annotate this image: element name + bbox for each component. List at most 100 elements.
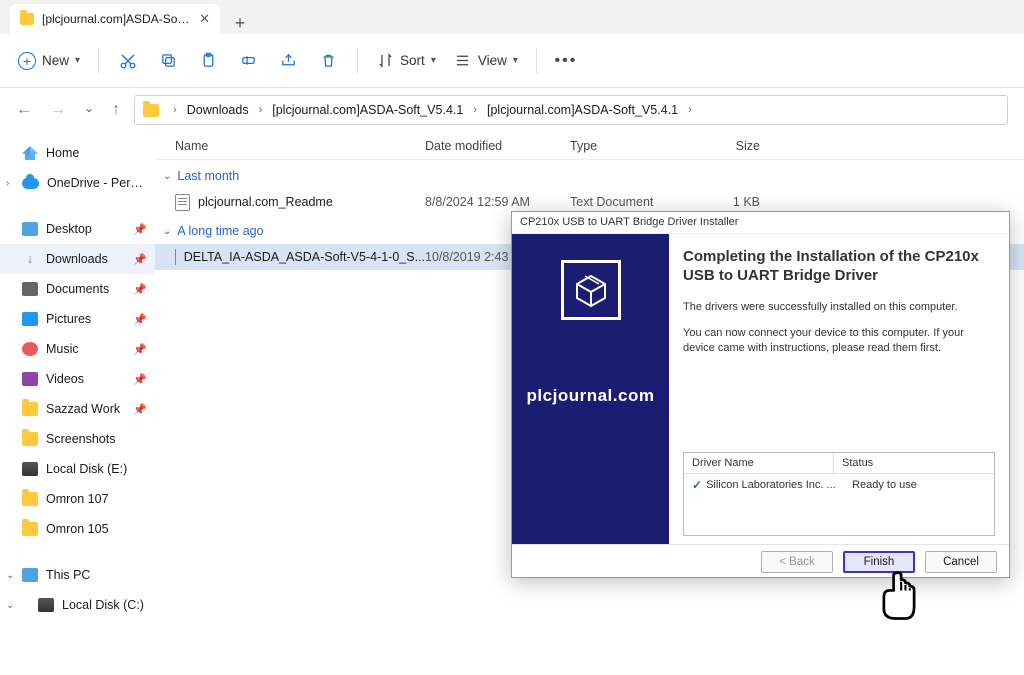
history-dropdown[interactable]: ⌄ [84, 101, 94, 119]
sidebar-item[interactable]: Sazzad Work 📌 [0, 394, 155, 424]
group-title: Last month [177, 169, 239, 183]
dialog-content: Completing the Installation of the CP210… [669, 234, 1009, 544]
chevron-right-icon: › [684, 104, 696, 116]
chevron-right-icon: ⌄ [6, 600, 14, 611]
share-button[interactable] [277, 52, 299, 70]
pin-icon: 📌 [133, 343, 147, 356]
sidebar-item[interactable]: Desktop📌 [0, 214, 155, 244]
forward-button[interactable]: → [50, 101, 66, 119]
separator [357, 48, 358, 74]
dialog-text-2: You can now connect your device to this … [683, 326, 995, 356]
sidebar-item[interactable]: ⌄This PC [0, 560, 155, 590]
clipboard-icon [199, 52, 217, 70]
window-tab[interactable]: [plcjournal.com]ASDA-Soft_V5 ✕ [10, 4, 220, 34]
sort-icon [376, 52, 394, 70]
sidebar-item[interactable]: Local Disk (E:) [0, 454, 155, 484]
pin-icon: 📌 [133, 223, 147, 236]
new-label: New [42, 53, 69, 68]
desktop-icon [22, 222, 38, 236]
col-name[interactable]: Name [175, 139, 425, 153]
drive-icon [22, 462, 38, 476]
folder-icon [22, 522, 38, 536]
breadcrumb-segment[interactable]: [plcjournal.com]ASDA-Soft_V5.4.1 [272, 103, 463, 117]
sidebar-item[interactable]: Videos📌 [0, 364, 155, 394]
driver-table: Driver Name Status ✓ Silicon Laboratorie… [683, 452, 995, 536]
more-button[interactable]: ••• [555, 52, 577, 70]
chevron-down-icon: ▾ [513, 55, 518, 66]
folder-icon [22, 492, 38, 506]
back-button[interactable]: ← [16, 101, 32, 119]
breadcrumb-segment[interactable]: [plcjournal.com]ASDA-Soft_V5.4.1 [487, 103, 678, 117]
chevron-down-icon: ⌄ [163, 226, 171, 237]
cloud-icon [22, 178, 39, 189]
sidebar-item[interactable]: ↓Downloads📌 [0, 244, 155, 274]
sidebar-label: Screenshots [46, 432, 115, 446]
new-tab-button[interactable]: + [220, 13, 260, 34]
delete-button[interactable] [317, 52, 339, 70]
sidebar-item[interactable]: Music📌 [0, 334, 155, 364]
col-type[interactable]: Type [570, 139, 690, 153]
sidebar-item[interactable]: ⌄ Local Disk (C:) [0, 590, 155, 620]
driver-name-cell: Silicon Laboratories Inc. ... [706, 479, 848, 491]
up-button[interactable]: ↑ [112, 101, 120, 119]
dialog-sidebar: plcjournal.com [512, 234, 669, 544]
cancel-button[interactable]: Cancel [925, 551, 997, 573]
sort-button[interactable]: Sort ▾ [376, 52, 436, 70]
txt-file-icon [175, 194, 190, 211]
dialog-text-1: The drivers were successfully installed … [683, 300, 995, 315]
view-button[interactable]: View ▾ [454, 52, 518, 70]
driver-table-row: ✓ Silicon Laboratories Inc. ... Ready to… [684, 474, 994, 496]
sort-label: Sort [400, 53, 425, 68]
sidebar-label: Sazzad Work [46, 402, 120, 416]
dots-icon: ••• [557, 52, 575, 70]
file-name-cell: plcjournal.com_Readme [175, 194, 425, 211]
sidebar-item[interactable]: Pictures📌 [0, 304, 155, 334]
sidebar-item[interactable]: Documents📌 [0, 274, 155, 304]
folder-icon [22, 402, 38, 416]
watermark-text: plcjournal.com [527, 386, 655, 406]
pc-icon [22, 568, 38, 582]
close-tab-icon[interactable]: ✕ [199, 11, 210, 27]
finish-button[interactable]: Finish [843, 551, 915, 573]
driver-status-cell: Ready to use [852, 479, 917, 491]
exe-file-icon [175, 249, 176, 265]
col-date[interactable]: Date modified [425, 139, 570, 153]
file-name: plcjournal.com_Readme [198, 195, 333, 209]
view-label: View [478, 53, 507, 68]
separator [98, 48, 99, 74]
sidebar-item[interactable]: Omron 107 [0, 484, 155, 514]
sidebar-label: Documents [46, 282, 109, 296]
new-button[interactable]: + New ▾ [18, 52, 80, 70]
breadcrumb[interactable]: › Downloads › [plcjournal.com]ASDA-Soft_… [134, 95, 1008, 125]
pin-icon: 📌 [133, 313, 147, 326]
sidebar-label: Omron 105 [46, 522, 109, 536]
folder-icon [22, 432, 38, 446]
installer-icon [561, 260, 621, 320]
pin-icon: 📌 [133, 403, 147, 416]
sidebar-item[interactable]: Omron 105 [0, 514, 155, 544]
sidebar-item[interactable]: Home [0, 138, 155, 168]
dialog-buttons: < Back Finish Cancel [512, 544, 1009, 578]
check-icon: ✓ [692, 478, 702, 492]
share-icon [279, 52, 297, 70]
group-title: A long time ago [177, 224, 263, 238]
sidebar-label: Local Disk (C:) [62, 598, 144, 612]
chevron-down-icon: ⌄ [163, 171, 171, 182]
chevron-down-icon: ▾ [75, 55, 80, 66]
cut-button[interactable] [117, 52, 139, 70]
home-icon [22, 146, 38, 160]
sidebar-label: OneDrive - Personal [47, 176, 147, 190]
sidebar-item[interactable]: Screenshots [0, 424, 155, 454]
sidebar-item[interactable]: › OneDrive - Personal [0, 168, 155, 198]
breadcrumb-segment[interactable]: Downloads [187, 103, 249, 117]
chevron-right-icon: › [169, 104, 181, 116]
file-name-cell: DELTA_IA-ASDA_ASDA-Soft-V5-4-1-0_S... [175, 249, 425, 265]
paste-button[interactable] [197, 52, 219, 70]
copy-icon [159, 52, 177, 70]
rename-button[interactable] [237, 52, 259, 70]
copy-button[interactable] [157, 52, 179, 70]
chevron-right-icon: › [6, 178, 9, 189]
col-size[interactable]: Size [690, 139, 760, 153]
sidebar-label: Videos [46, 372, 84, 386]
group-header[interactable]: ⌄ Last month [155, 160, 1024, 189]
